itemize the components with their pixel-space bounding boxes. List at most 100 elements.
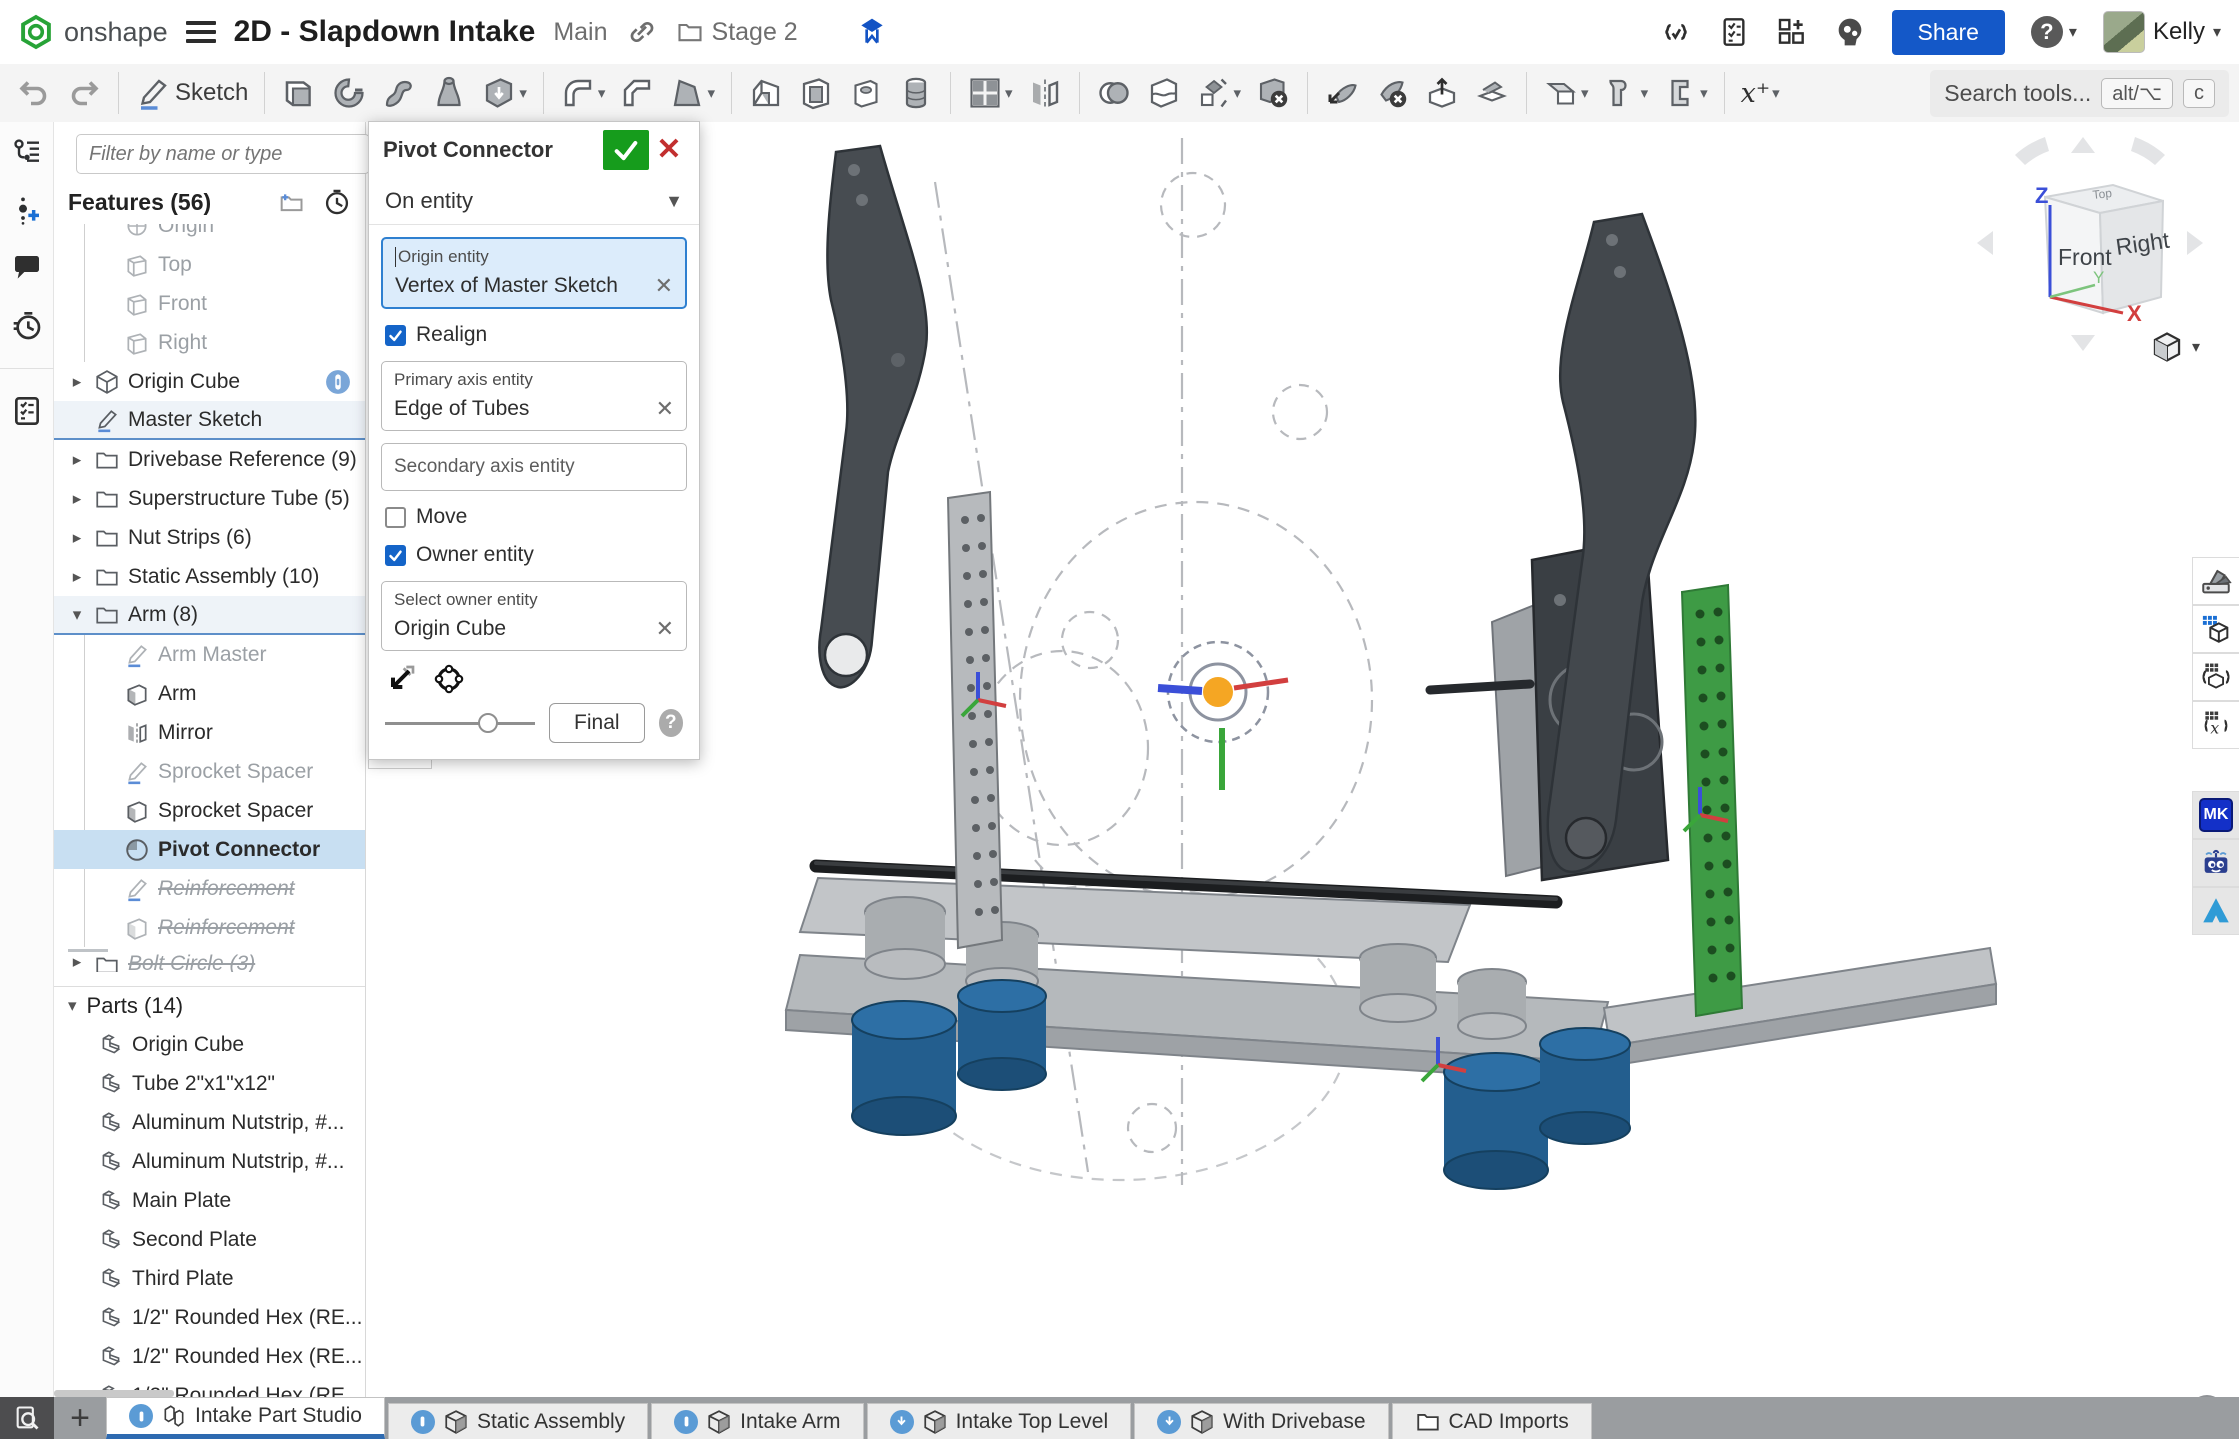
chevron-right-icon[interactable]: ▸ <box>68 450 86 470</box>
part-row[interactable]: Aluminum Nutstrip, #... <box>54 1103 365 1142</box>
tab-cad-imports[interactable]: CAD Imports <box>1392 1403 1592 1439</box>
link-icon[interactable] <box>626 16 658 48</box>
clear-selection-icon[interactable]: ✕ <box>655 273 673 299</box>
feature-row-origin[interactable]: Origin <box>54 224 365 245</box>
appearance-panel-button[interactable] <box>2192 557 2239 605</box>
view-options-button[interactable]: ▾ <box>2150 330 2200 364</box>
featurescript-braces-icon[interactable] <box>1660 16 1692 48</box>
modify-fillet-button[interactable] <box>1468 69 1516 117</box>
move-checkbox-row[interactable]: Move <box>385 505 683 529</box>
feature-row-static-assembly[interactable]: ▸Static Assembly (10) <box>54 557 365 596</box>
new-folder-icon[interactable] <box>277 188 305 216</box>
comments-icon[interactable] <box>11 252 43 284</box>
feature-row-right-plane[interactable]: Right <box>54 323 365 362</box>
mirror-button[interactable] <box>1021 69 1069 117</box>
feature-row-sprocket-spacer-sketch[interactable]: Sprocket Spacer <box>54 752 365 791</box>
delete-face-button[interactable] <box>1368 69 1416 117</box>
mkcad-app-button[interactable]: MK <box>2192 791 2239 839</box>
chamfer-button[interactable] <box>613 69 661 117</box>
realign-checkbox[interactable] <box>385 325 406 346</box>
view-cube-front-label[interactable]: Front <box>2058 244 2112 270</box>
variable-button[interactable]: x⁺▾ <box>1735 72 1786 115</box>
flip-axis-icon[interactable] <box>385 663 417 695</box>
robot-app-button[interactable] <box>2192 839 2239 887</box>
chevron-down-icon[interactable]: ▾ <box>68 605 86 625</box>
user-menu[interactable]: Kelly ▾ <box>2103 11 2221 53</box>
horizontal-scrollbar[interactable] <box>54 1390 174 1397</box>
fillet-button[interactable]: ▾ <box>554 69 612 117</box>
tab-static-assembly[interactable]: Static Assembly <box>388 1403 648 1439</box>
confirm-button[interactable] <box>603 130 649 170</box>
main-menu-icon[interactable] <box>186 21 216 43</box>
parts-header[interactable]: ▾ Parts (14) <box>54 986 365 1025</box>
history-icon[interactable] <box>11 310 43 342</box>
tab-intake-arm[interactable]: Intake Arm <box>651 1403 863 1439</box>
search-tools-box[interactable]: Search tools... alt/⌥ c <box>1930 70 2229 117</box>
owner-entity-field[interactable]: Select owner entity Origin Cube✕ <box>381 581 687 651</box>
feature-row-origin-cube[interactable]: ▸Origin Cube <box>54 362 365 401</box>
shell-button[interactable] <box>792 69 840 117</box>
part-row[interactable]: 1/2" Rounded Hex (RE... <box>54 1298 365 1337</box>
owner-entity-checkbox-row[interactable]: Owner entity <box>385 543 683 567</box>
feature-list-icon[interactable] <box>11 136 43 168</box>
extract-button[interactable] <box>1418 69 1466 117</box>
sheet-metal-button[interactable]: ▾ <box>1597 69 1655 117</box>
part-row[interactable]: Main Plate <box>54 1181 365 1220</box>
view-cube-top-label[interactable]: Top <box>2092 186 2113 202</box>
tab-with-drivebase[interactable]: With Drivebase <box>1134 1403 1388 1439</box>
feature-row-arm-folder[interactable]: ▾Arm (8) <box>54 596 365 635</box>
filter-input[interactable] <box>76 134 370 174</box>
final-button[interactable]: Final <box>549 703 645 743</box>
loft-button[interactable] <box>425 69 473 117</box>
move-face-button[interactable] <box>1318 69 1366 117</box>
plane-button[interactable]: ▾ <box>1537 69 1595 117</box>
learning-insights-icon[interactable] <box>1834 16 1866 48</box>
slider-knob[interactable] <box>478 713 498 733</box>
linear-pattern-button[interactable]: ▾ <box>961 69 1019 117</box>
thicken-button[interactable]: ▾ <box>475 69 533 117</box>
undo-button[interactable] <box>10 69 58 117</box>
breadcrumb[interactable]: Stage 2 <box>676 18 798 47</box>
tab-intake-top-level[interactable]: Intake Top Level <box>867 1403 1132 1439</box>
triangle-app-button[interactable] <box>2192 887 2239 935</box>
clear-selection-icon[interactable]: ✕ <box>656 616 674 642</box>
feature-row-master-sketch[interactable]: Master Sketch <box>54 401 365 440</box>
cancel-button[interactable]: ✕ <box>649 130 689 170</box>
feature-row-reinforcement[interactable]: Reinforcement <box>54 908 365 947</box>
grid-cube-app-button[interactable] <box>2192 605 2239 653</box>
rollback-clock-icon[interactable] <box>323 188 351 216</box>
feature-row-arm[interactable]: Arm <box>54 674 365 713</box>
secondary-axis-field[interactable]: Secondary axis entity <box>381 443 687 491</box>
featurescript-app-button[interactable]: x <box>2192 701 2239 749</box>
grid-braces-app-button[interactable] <box>2192 653 2239 701</box>
feature-row-top-plane[interactable]: Top <box>54 245 365 284</box>
part-row[interactable]: Third Plate <box>54 1259 365 1298</box>
realign-checkbox-row[interactable]: Realign <box>385 323 683 347</box>
share-button[interactable]: Share <box>1892 10 2005 55</box>
feature-row-pivot-connector[interactable]: Pivot Connector <box>54 830 365 869</box>
hole-button[interactable] <box>842 69 890 117</box>
rotate-axis-icon[interactable] <box>433 663 465 695</box>
dialog-help-icon[interactable]: ? <box>659 709 683 737</box>
feature-row-mirror[interactable]: Mirror <box>54 713 365 752</box>
clear-selection-icon[interactable]: ✕ <box>656 396 674 422</box>
element-search-button[interactable] <box>0 1397 54 1439</box>
draft-button[interactable]: ▾ <box>663 69 721 117</box>
extrude-button[interactable] <box>275 69 323 117</box>
mode-dropdown[interactable]: On entity ▼ <box>369 178 699 225</box>
redo-button[interactable] <box>60 69 108 117</box>
apps-grid-plus-icon[interactable] <box>1776 16 1808 48</box>
transform-button[interactable]: ▾ <box>1190 69 1248 117</box>
versions-icon[interactable] <box>11 194 43 226</box>
frame-button[interactable]: ▾ <box>1656 69 1714 117</box>
feature-row-sprocket-spacer[interactable]: Sprocket Spacer <box>54 791 365 830</box>
onshape-logo[interactable]: onshape <box>18 14 168 50</box>
rotation-slider[interactable] <box>385 713 535 733</box>
help-menu[interactable]: ? ▾ <box>2031 16 2077 48</box>
sketch-button[interactable]: Sketch <box>129 69 254 117</box>
feature-row-front-plane[interactable]: Front <box>54 284 365 323</box>
sweep-button[interactable] <box>375 69 423 117</box>
part-row[interactable]: Origin Cube <box>54 1025 365 1064</box>
boolean-button[interactable] <box>1090 69 1138 117</box>
origin-entity-field[interactable]: Origin entity Vertex of Master Sketch✕ <box>381 237 687 309</box>
